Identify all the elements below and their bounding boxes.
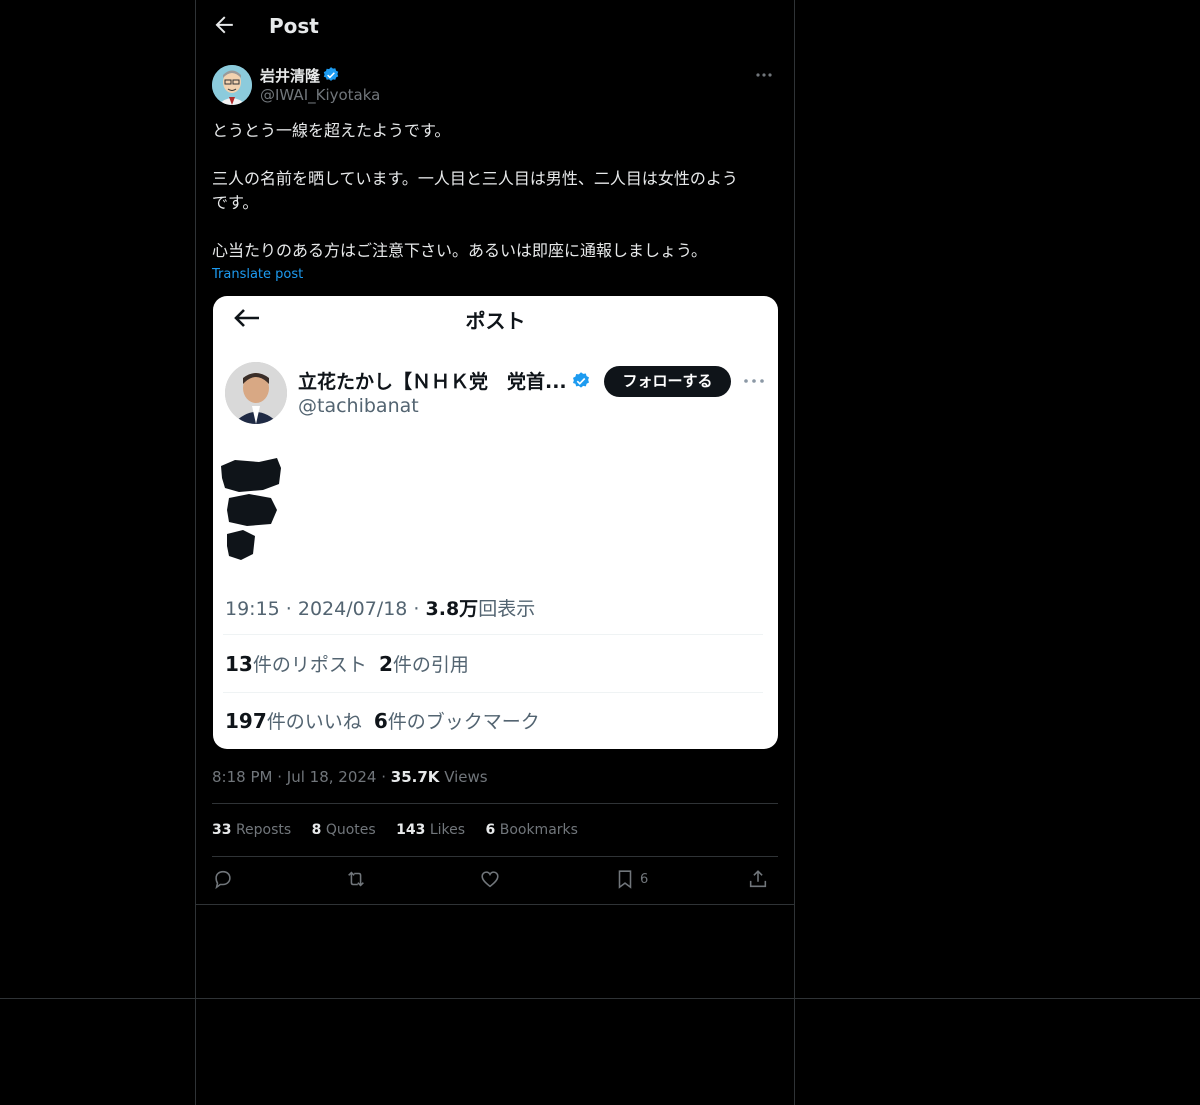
views-count: 35.7K [390, 768, 440, 786]
likes-stat[interactable]: 143 Likes [396, 822, 465, 838]
divider [212, 856, 778, 857]
post-date[interactable]: Jul 18, 2024 [287, 768, 377, 786]
author-handle[interactable]: @IWAI_Kiyotaka [260, 86, 380, 104]
bookmark-icon [618, 870, 632, 889]
like-button[interactable] [479, 868, 501, 894]
post-time[interactable]: 8:18 PM [212, 768, 272, 786]
post-line: 心当たりのある方はご注意下さい。あるいは即座に通報しましょう。 [212, 241, 708, 260]
translate-post-link[interactable]: Translate post [212, 267, 303, 282]
quotes-stat[interactable]: 8 Quotes [312, 822, 376, 838]
screenshot-author-handle: @tachibanat [298, 395, 419, 417]
screenshot-stats-row-1: 13件のリポスト 2件の引用 [225, 652, 469, 676]
screenshot-title: ポスト [465, 309, 526, 333]
divider [196, 904, 794, 905]
page-title: Post [269, 14, 319, 38]
post-text: とうとう一線を超えたようです。 三人の名前を晒しています。一人目と三人目は男性、… [212, 119, 778, 263]
post-column: Post 岩井清隆 @IWAI_Kiyotaka とうとう一線を超えたようです。… [195, 0, 795, 1105]
verified-badge-icon [323, 67, 339, 81]
screenshot-avatar [225, 362, 287, 424]
views-label: Views [444, 768, 488, 786]
author-row: 岩井清隆 @IWAI_Kiyotaka [212, 64, 778, 108]
bookmarks-stat[interactable]: 6 Bookmarks [486, 822, 578, 838]
back-button[interactable] [210, 13, 238, 41]
post-line: です。 [212, 193, 259, 212]
action-bar: 6 [212, 866, 778, 896]
arrow-left-icon [215, 16, 233, 34]
more-options-icon [744, 379, 764, 383]
divider [212, 803, 778, 804]
bookmark-button[interactable]: 6 [614, 868, 648, 894]
screenshot-follow-button: フォローする [604, 366, 731, 397]
post-timestamp: 8:18 PM · Jul 18, 2024 · 35.7K Views [212, 768, 488, 786]
post-line: とうとう一線を超えたようです。 [212, 121, 451, 140]
divider [223, 634, 763, 635]
verified-badge-icon [573, 372, 589, 388]
bookmark-count: 6 [640, 871, 649, 887]
divider [223, 692, 763, 693]
more-options-icon[interactable] [754, 68, 774, 82]
share-button[interactable] [747, 868, 769, 894]
attached-screenshot[interactable]: ポスト 立花たかし【ＮＨＫ党 党首... @tachibanat フォローする [213, 296, 778, 749]
reposts-stat[interactable]: 33 Reposts [212, 822, 291, 838]
reply-button[interactable] [212, 868, 234, 894]
reply-icon [215, 870, 231, 890]
divider [0, 998, 1200, 999]
author-name[interactable]: 岩井清隆 [260, 65, 320, 86]
avatar[interactable] [212, 65, 252, 105]
post-header: Post [196, 0, 794, 54]
engagement-stats: 33 Reposts 8 Quotes 143 Likes 6 Bookmark… [212, 822, 594, 838]
repost-button[interactable] [345, 868, 367, 894]
heart-icon [481, 871, 499, 888]
redacted-content [221, 458, 281, 560]
screenshot-meta: 19:15 · 2024/07/18 · 3.8万回表示 [225, 598, 536, 620]
post-line: 三人の名前を晒しています。一人目と三人目は男性、二人目は女性のよう [212, 169, 738, 188]
avatar-illustration [212, 65, 252, 105]
share-icon [749, 870, 767, 888]
screenshot-stats-row-2: 197件のいいね 6件のブックマーク [225, 709, 540, 733]
repost-icon [348, 871, 364, 887]
screenshot-author-name: 立花たかし【ＮＨＫ党 党首... [298, 371, 567, 393]
